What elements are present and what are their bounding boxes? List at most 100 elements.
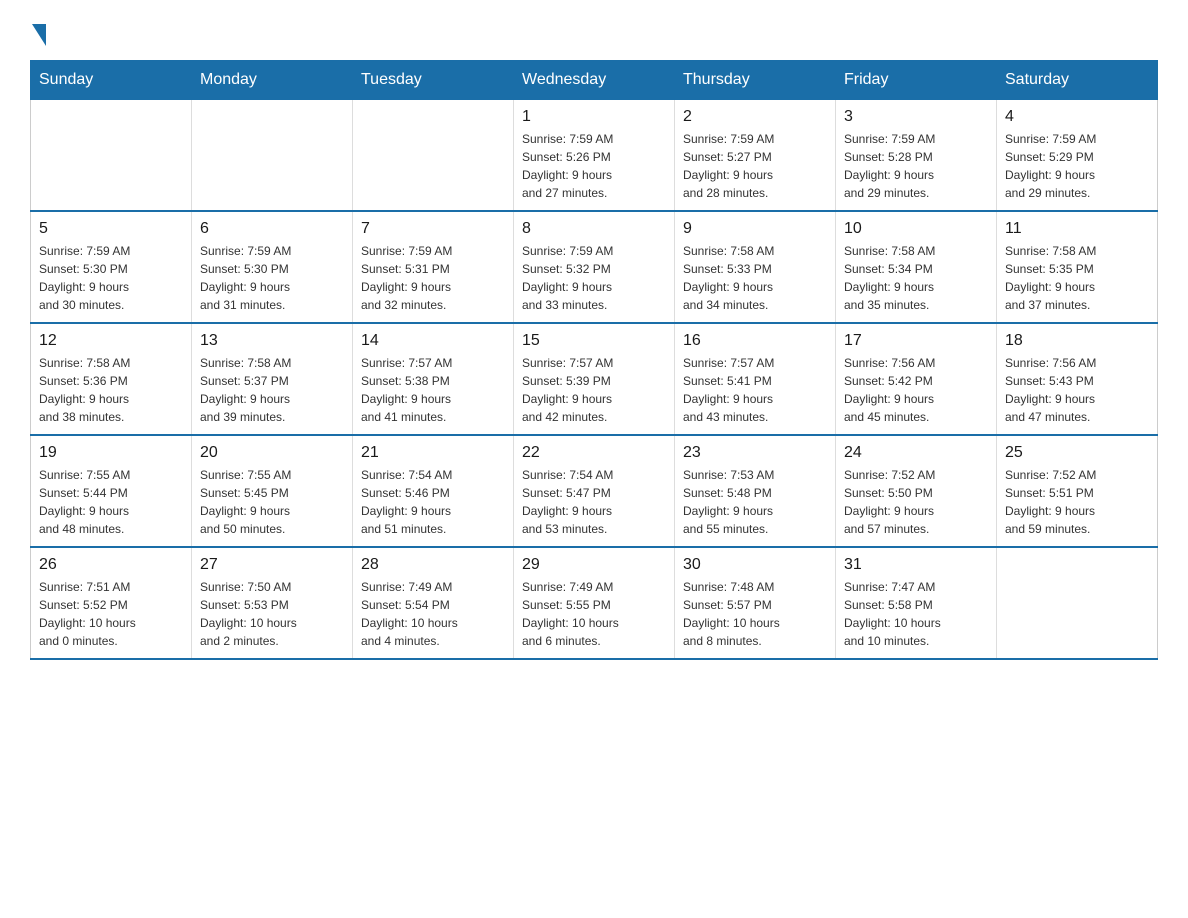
day-info: Sunrise: 7:58 AM Sunset: 5:36 PM Dayligh… — [39, 354, 183, 426]
day-number: 4 — [1005, 108, 1149, 126]
header-wednesday: Wednesday — [514, 61, 675, 100]
logo — [30, 20, 46, 40]
day-info: Sunrise: 7:59 AM Sunset: 5:32 PM Dayligh… — [522, 242, 666, 314]
calendar-cell-2-7: 11 Sunrise: 7:58 AM Sunset: 5:35 PM Dayli… — [997, 211, 1158, 323]
day-number: 29 — [522, 556, 666, 574]
calendar-cell-1-6: 3 Sunrise: 7:59 AM Sunset: 5:28 PM Daylig… — [836, 100, 997, 212]
logo-arrow-icon — [32, 24, 46, 46]
day-info: Sunrise: 7:57 AM Sunset: 5:41 PM Dayligh… — [683, 354, 827, 426]
week-row-5: 26 Sunrise: 7:51 AM Sunset: 5:52 PM Dayli… — [31, 547, 1158, 659]
day-number: 7 — [361, 220, 505, 238]
day-number: 13 — [200, 332, 344, 350]
day-info: Sunrise: 7:59 AM Sunset: 5:29 PM Dayligh… — [1005, 130, 1149, 202]
day-info: Sunrise: 7:59 AM Sunset: 5:31 PM Dayligh… — [361, 242, 505, 314]
header-thursday: Thursday — [675, 61, 836, 100]
day-number: 21 — [361, 444, 505, 462]
day-number: 6 — [200, 220, 344, 238]
day-info: Sunrise: 7:48 AM Sunset: 5:57 PM Dayligh… — [683, 578, 827, 650]
day-info: Sunrise: 7:54 AM Sunset: 5:47 PM Dayligh… — [522, 466, 666, 538]
day-info: Sunrise: 7:54 AM Sunset: 5:46 PM Dayligh… — [361, 466, 505, 538]
day-number: 30 — [683, 556, 827, 574]
day-number: 18 — [1005, 332, 1149, 350]
calendar-cell-4-1: 19 Sunrise: 7:55 AM Sunset: 5:44 PM Dayli… — [31, 435, 192, 547]
day-number: 2 — [683, 108, 827, 126]
day-number: 15 — [522, 332, 666, 350]
calendar-cell-3-4: 15 Sunrise: 7:57 AM Sunset: 5:39 PM Dayli… — [514, 323, 675, 435]
day-info: Sunrise: 7:57 AM Sunset: 5:38 PM Dayligh… — [361, 354, 505, 426]
week-row-2: 5Sunrise: 7:59 AM Sunset: 5:30 PM Daylig… — [31, 211, 1158, 323]
calendar-cell-5-2: 27 Sunrise: 7:50 AM Sunset: 5:53 PM Dayli… — [192, 547, 353, 659]
day-info: Sunrise: 7:58 AM Sunset: 5:35 PM Dayligh… — [1005, 242, 1149, 314]
calendar-cell-1-3 — [353, 100, 514, 212]
day-number: 22 — [522, 444, 666, 462]
calendar-cell-5-1: 26 Sunrise: 7:51 AM Sunset: 5:52 PM Dayli… — [31, 547, 192, 659]
day-info: Sunrise: 7:56 AM Sunset: 5:42 PM Dayligh… — [844, 354, 988, 426]
page-header — [30, 20, 1158, 40]
calendar-cell-1-1 — [31, 100, 192, 212]
day-info: Sunrise: 7:47 AM Sunset: 5:58 PM Dayligh… — [844, 578, 988, 650]
day-number: 17 — [844, 332, 988, 350]
calendar-cell-1-7: 4 Sunrise: 7:59 AM Sunset: 5:29 PM Daylig… — [997, 100, 1158, 212]
day-info: Sunrise: 7:52 AM Sunset: 5:50 PM Dayligh… — [844, 466, 988, 538]
day-info: Sunrise: 7:59 AM Sunset: 5:30 PM Dayligh… — [39, 242, 183, 314]
calendar-cell-5-6: 31 Sunrise: 7:47 AM Sunset: 5:58 PM Dayli… — [836, 547, 997, 659]
day-info: Sunrise: 7:49 AM Sunset: 5:54 PM Dayligh… — [361, 578, 505, 650]
day-info: Sunrise: 7:59 AM Sunset: 5:26 PM Dayligh… — [522, 130, 666, 202]
week-row-3: 12 Sunrise: 7:58 AM Sunset: 5:36 PM Dayli… — [31, 323, 1158, 435]
day-number: 31 — [844, 556, 988, 574]
day-number: 11 — [1005, 220, 1149, 238]
calendar-cell-2-3: 7 Sunrise: 7:59 AM Sunset: 5:31 PM Daylig… — [353, 211, 514, 323]
day-number: 24 — [844, 444, 988, 462]
calendar-cell-4-5: 23 Sunrise: 7:53 AM Sunset: 5:48 PM Dayli… — [675, 435, 836, 547]
calendar-cell-3-3: 14Sunrise: 7:57 AM Sunset: 5:38 PM Dayli… — [353, 323, 514, 435]
day-number: 23 — [683, 444, 827, 462]
calendar-cell-3-1: 12 Sunrise: 7:58 AM Sunset: 5:36 PM Dayli… — [31, 323, 192, 435]
day-info: Sunrise: 7:55 AM Sunset: 5:45 PM Dayligh… — [200, 466, 344, 538]
day-number: 10 — [844, 220, 988, 238]
day-info: Sunrise: 7:55 AM Sunset: 5:44 PM Dayligh… — [39, 466, 183, 538]
calendar-cell-3-7: 18Sunrise: 7:56 AM Sunset: 5:43 PM Dayli… — [997, 323, 1158, 435]
calendar-cell-4-3: 21 Sunrise: 7:54 AM Sunset: 5:46 PM Dayli… — [353, 435, 514, 547]
day-info: Sunrise: 7:59 AM Sunset: 5:27 PM Dayligh… — [683, 130, 827, 202]
day-info: Sunrise: 7:51 AM Sunset: 5:52 PM Dayligh… — [39, 578, 183, 650]
day-number: 8 — [522, 220, 666, 238]
header-friday: Friday — [836, 61, 997, 100]
day-info: Sunrise: 7:57 AM Sunset: 5:39 PM Dayligh… — [522, 354, 666, 426]
day-number: 16 — [683, 332, 827, 350]
day-number: 12 — [39, 332, 183, 350]
day-info: Sunrise: 7:58 AM Sunset: 5:37 PM Dayligh… — [200, 354, 344, 426]
calendar-cell-2-2: 6 Sunrise: 7:59 AM Sunset: 5:30 PM Daylig… — [192, 211, 353, 323]
calendar-cell-5-3: 28 Sunrise: 7:49 AM Sunset: 5:54 PM Dayli… — [353, 547, 514, 659]
day-number: 19 — [39, 444, 183, 462]
day-info: Sunrise: 7:50 AM Sunset: 5:53 PM Dayligh… — [200, 578, 344, 650]
calendar-cell-2-5: 9 Sunrise: 7:58 AM Sunset: 5:33 PM Daylig… — [675, 211, 836, 323]
day-number: 26 — [39, 556, 183, 574]
day-info: Sunrise: 7:58 AM Sunset: 5:33 PM Dayligh… — [683, 242, 827, 314]
calendar-cell-5-7 — [997, 547, 1158, 659]
day-info: Sunrise: 7:59 AM Sunset: 5:30 PM Dayligh… — [200, 242, 344, 314]
calendar-cell-4-6: 24 Sunrise: 7:52 AM Sunset: 5:50 PM Dayli… — [836, 435, 997, 547]
day-number: 1 — [522, 108, 666, 126]
header-monday: Monday — [192, 61, 353, 100]
day-number: 27 — [200, 556, 344, 574]
day-number: 3 — [844, 108, 988, 126]
header-tuesday: Tuesday — [353, 61, 514, 100]
day-number: 25 — [1005, 444, 1149, 462]
calendar-cell-5-5: 30 Sunrise: 7:48 AM Sunset: 5:57 PM Dayli… — [675, 547, 836, 659]
calendar-table: Sunday Monday Tuesday Wednesday Thursday… — [30, 60, 1158, 660]
day-info: Sunrise: 7:59 AM Sunset: 5:28 PM Dayligh… — [844, 130, 988, 202]
day-info: Sunrise: 7:49 AM Sunset: 5:55 PM Dayligh… — [522, 578, 666, 650]
calendar-cell-1-5: 2 Sunrise: 7:59 AM Sunset: 5:27 PM Daylig… — [675, 100, 836, 212]
calendar-cell-4-7: 25 Sunrise: 7:52 AM Sunset: 5:51 PM Dayli… — [997, 435, 1158, 547]
day-info: Sunrise: 7:52 AM Sunset: 5:51 PM Dayligh… — [1005, 466, 1149, 538]
calendar-cell-3-2: 13 Sunrise: 7:58 AM Sunset: 5:37 PM Dayli… — [192, 323, 353, 435]
day-info: Sunrise: 7:53 AM Sunset: 5:48 PM Dayligh… — [683, 466, 827, 538]
calendar-cell-3-5: 16 Sunrise: 7:57 AM Sunset: 5:41 PM Dayli… — [675, 323, 836, 435]
calendar-cell-5-4: 29 Sunrise: 7:49 AM Sunset: 5:55 PM Dayli… — [514, 547, 675, 659]
calendar-cell-4-2: 20Sunrise: 7:55 AM Sunset: 5:45 PM Dayli… — [192, 435, 353, 547]
calendar-cell-1-2 — [192, 100, 353, 212]
day-number: 9 — [683, 220, 827, 238]
day-info: Sunrise: 7:58 AM Sunset: 5:34 PM Dayligh… — [844, 242, 988, 314]
day-number: 28 — [361, 556, 505, 574]
calendar-header-row: Sunday Monday Tuesday Wednesday Thursday… — [31, 61, 1158, 100]
